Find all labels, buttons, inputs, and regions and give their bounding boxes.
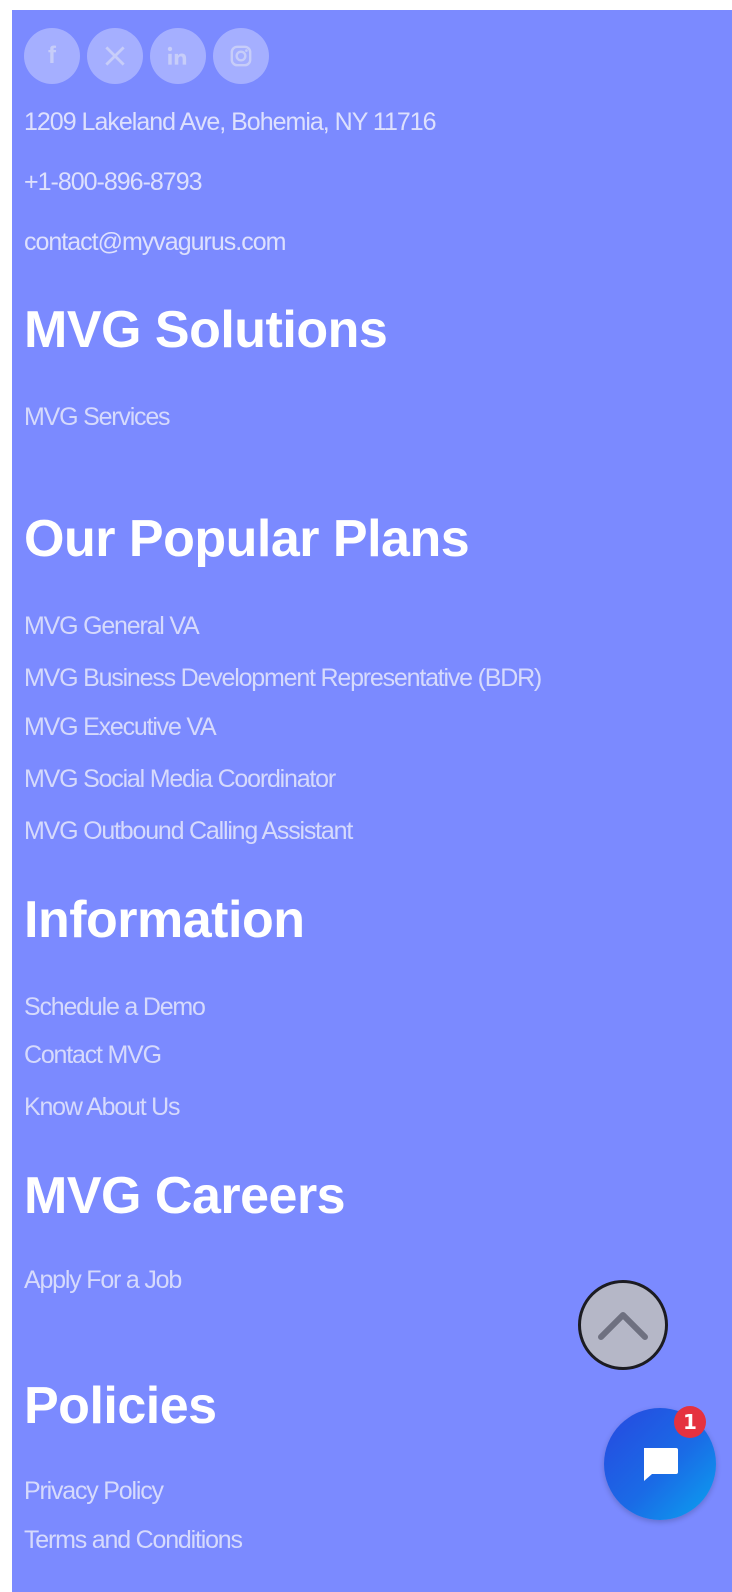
footer-link-know-about-us[interactable]: Know About Us [24,1093,181,1122]
chat-notification-badge: 1 [674,1406,706,1438]
footer-link-terms-conditions[interactable]: Terms and Conditions [24,1526,243,1555]
x-twitter-icon[interactable] [87,28,143,84]
information-heading: Information [24,891,305,949]
footer-link-privacy-policy[interactable]: Privacy Policy [24,1477,164,1506]
footer-link-outbound-calling[interactable]: MVG Outbound Calling Assistant [24,817,353,846]
footer-link-apply-job[interactable]: Apply For a Job [24,1266,182,1295]
facebook-glyph: f [48,42,56,69]
linkedin-icon[interactable] [150,28,206,84]
plans-heading: Our Popular Plans [24,510,470,568]
chevron-up-icon [598,1312,648,1340]
scroll-to-top-button[interactable] [578,1280,668,1370]
footer-link-executive-va[interactable]: MVG Executive VA [24,713,217,742]
instagram-icon[interactable] [213,28,269,84]
solutions-heading: MVG Solutions [24,301,388,359]
footer-link-schedule-demo[interactable]: Schedule a Demo [24,993,206,1022]
facebook-icon[interactable]: f [24,28,80,84]
footer-link-contact-mvg[interactable]: Contact MVG [24,1041,162,1070]
footer-link-bdr[interactable]: MVG Business Development Representative … [24,664,542,693]
footer-link-social-media-coordinator[interactable]: MVG Social Media Coordinator [24,765,336,794]
email-link[interactable]: contact@myvagurus.com [24,228,286,257]
footer-link-mvg-services[interactable]: MVG Services [24,403,171,432]
chat-bubble-icon [644,1448,678,1481]
policies-heading: Policies [24,1377,217,1435]
phone-link[interactable]: +1-800-896-8793 [24,168,203,197]
social-links: f [24,28,269,84]
careers-heading: MVG Careers [24,1167,346,1225]
address-text: 1209 Lakeland Ave, Bohemia, NY 11716 [24,108,437,136]
footer-link-general-va[interactable]: MVG General VA [24,612,200,641]
